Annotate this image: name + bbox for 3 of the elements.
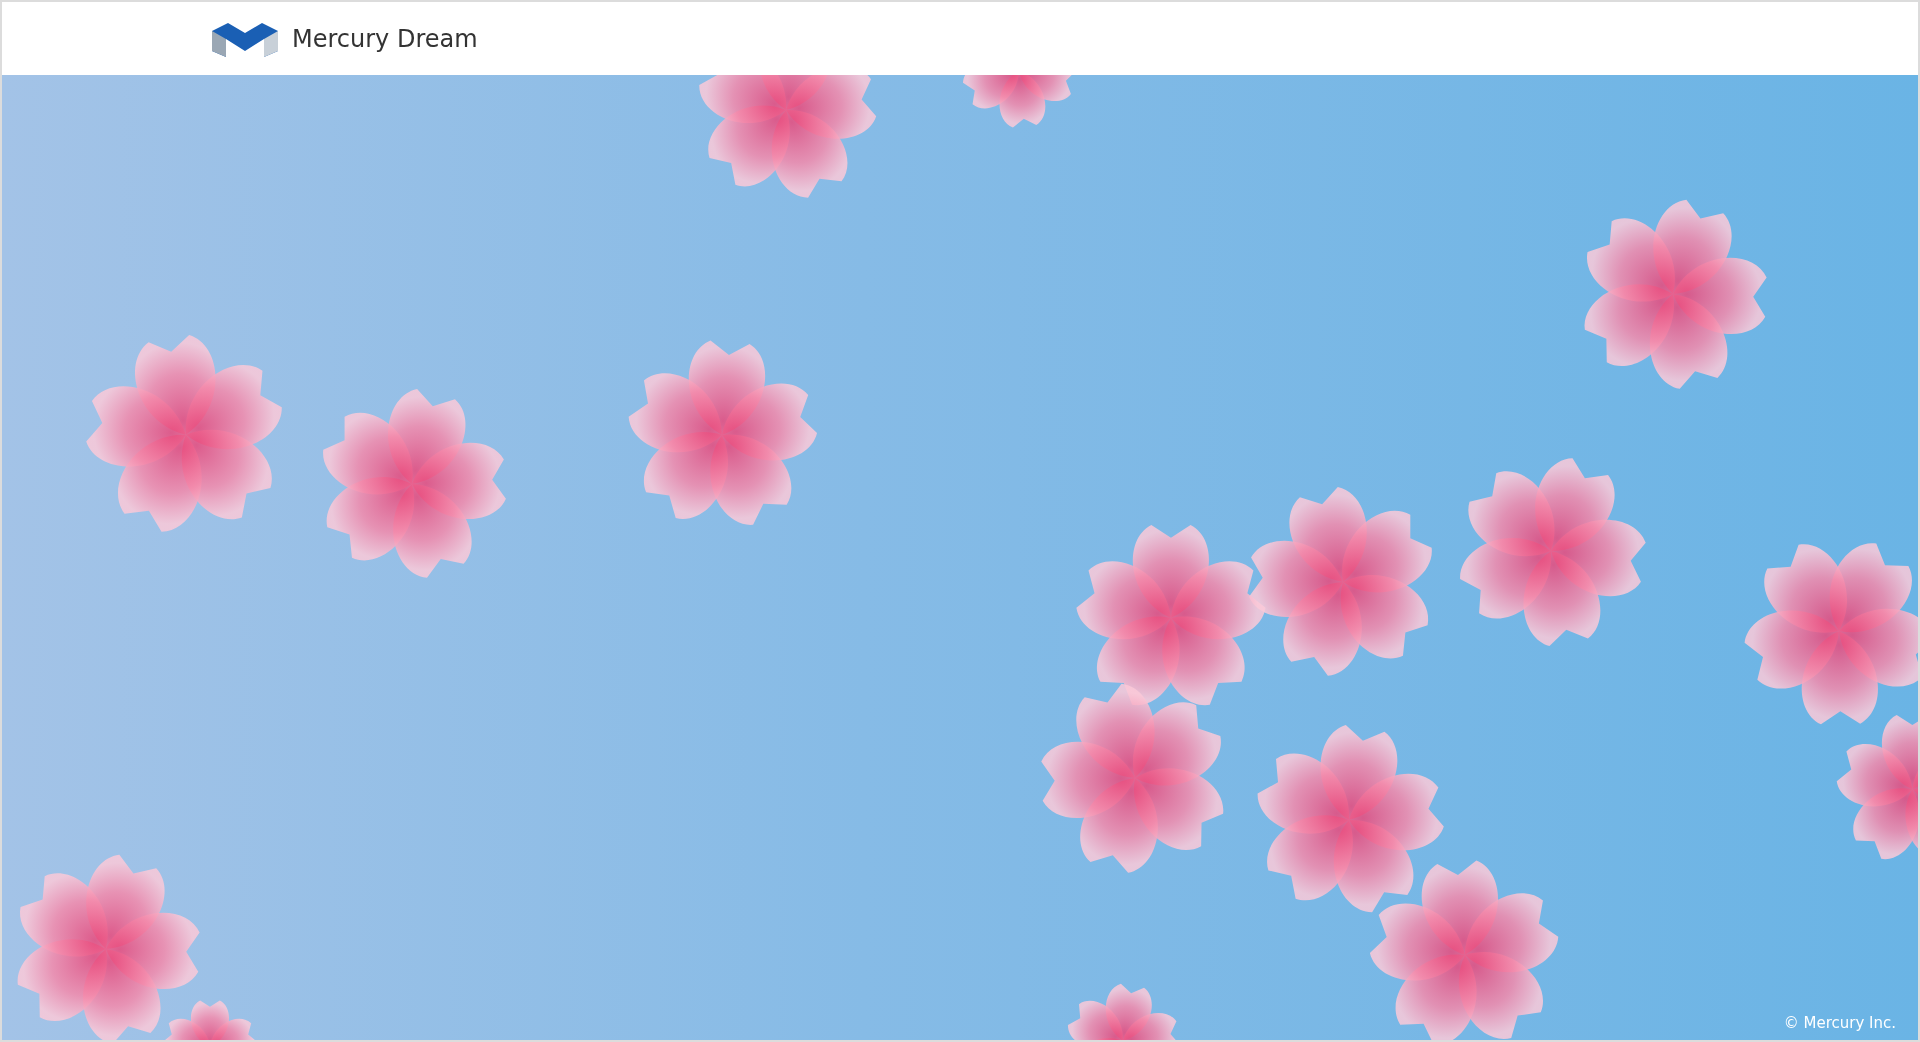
brand-name[interactable]: Mercury Dream: [292, 24, 478, 53]
logo-icon[interactable]: [210, 20, 280, 57]
copyright-text: © Mercury Inc.: [1783, 1014, 1896, 1032]
